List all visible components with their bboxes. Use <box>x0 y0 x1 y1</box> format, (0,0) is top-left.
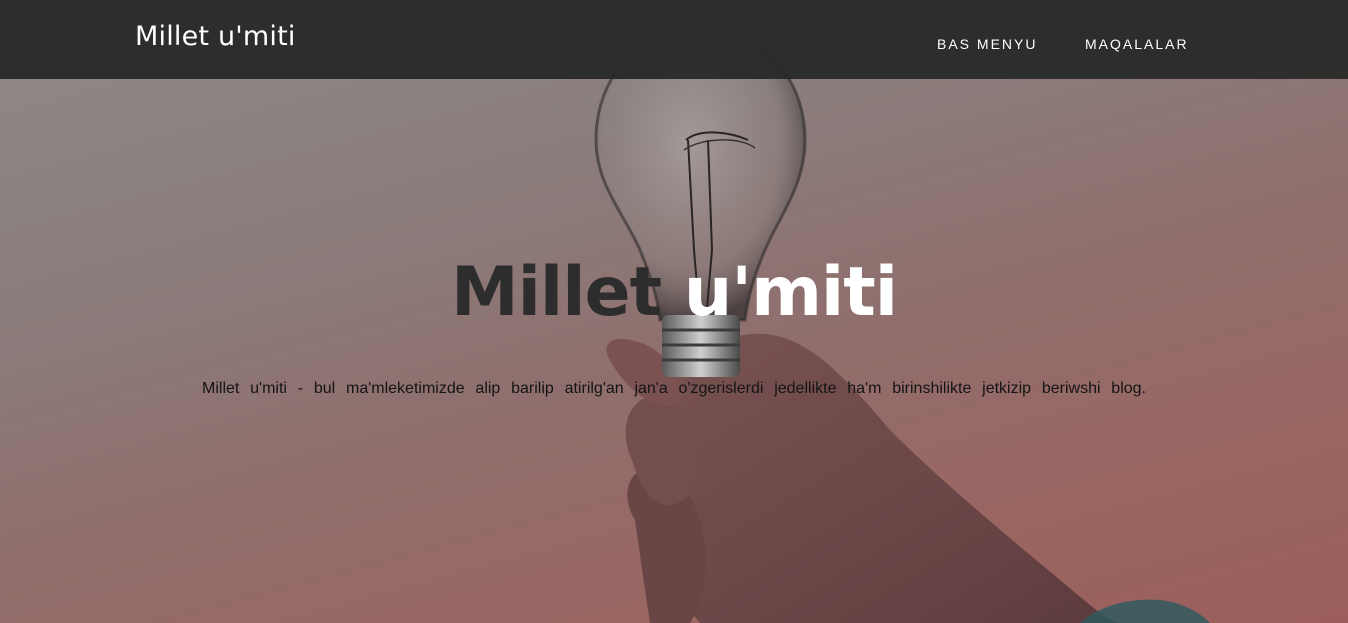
hero-subtitle: Millet u'miti - bul ma'mleketimizde alip… <box>202 380 1146 397</box>
hero-title-dark-word: Millet <box>450 253 662 332</box>
hero-title: Millet u'miti <box>0 253 1348 332</box>
nav-link-bas-menyu[interactable]: BAS MENYU <box>937 36 1037 52</box>
nav-link-maqalalar[interactable]: MAQALALAR <box>1085 36 1189 52</box>
brand-link[interactable]: Millet u'miti <box>135 21 296 52</box>
page: Millet u'miti BAS MENYU MAQALALAR Millet… <box>0 0 1348 623</box>
navbar: Millet u'miti BAS MENYU MAQALALAR <box>0 0 1348 79</box>
hero-title-light-word: u'miti <box>683 253 898 332</box>
